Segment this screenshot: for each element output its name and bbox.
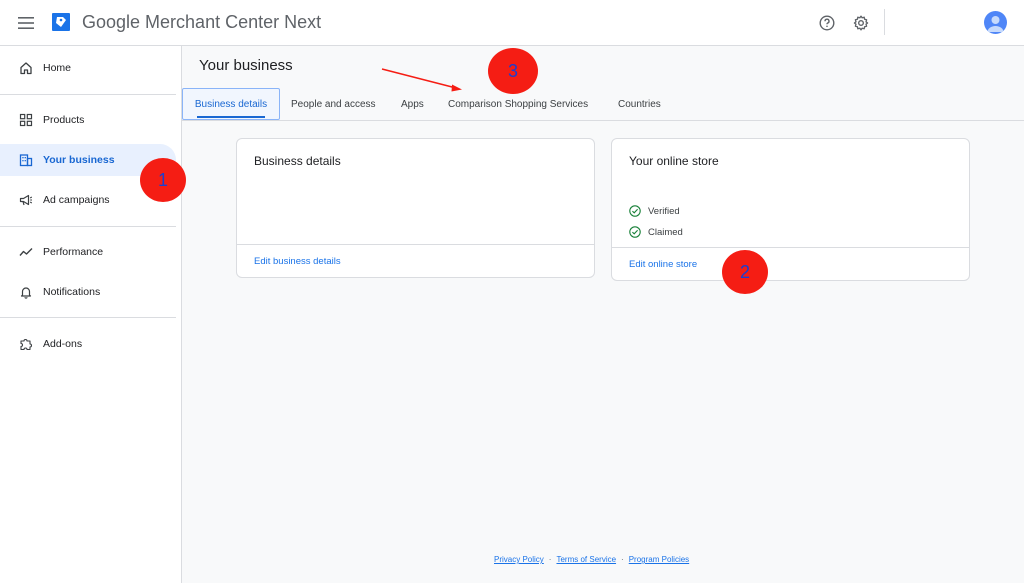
annotation-badge-2: 2 [722,250,768,294]
annotation-badge-1: 1 [140,158,186,202]
annotation-badge-3: 3 [488,48,538,94]
